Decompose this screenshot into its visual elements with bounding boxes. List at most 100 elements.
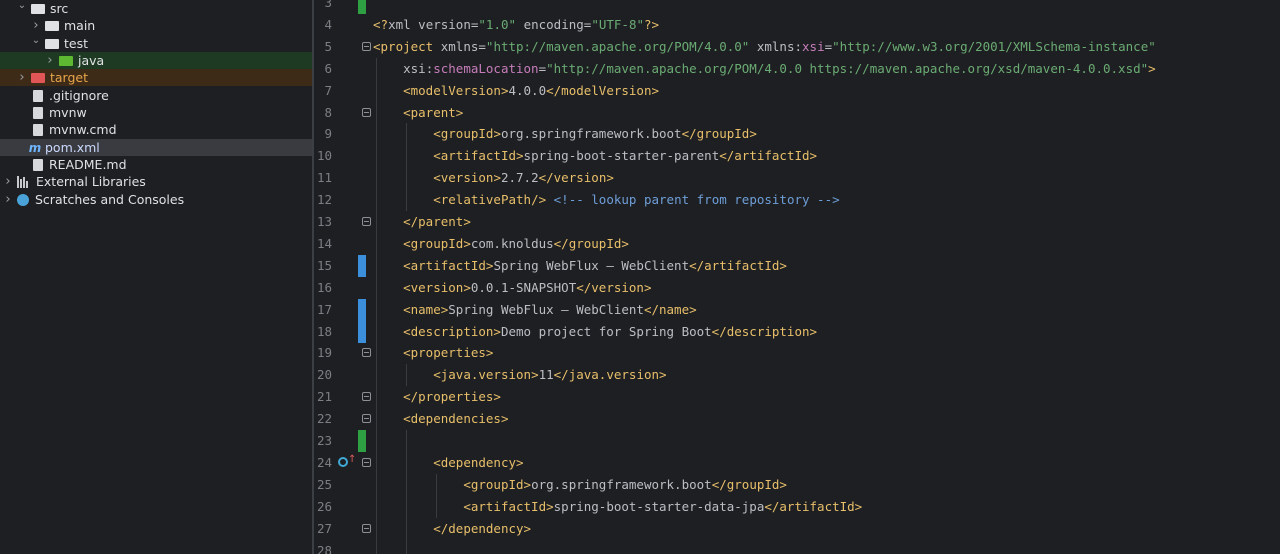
chevron-right-icon[interactable]: › bbox=[30, 18, 42, 33]
code-line[interactable]: 10 <artifactId>spring-boot-starter-paren… bbox=[314, 145, 1280, 167]
code-line[interactable]: 8 <parent> bbox=[314, 102, 1280, 124]
fold-toggle-icon[interactable] bbox=[362, 457, 371, 467]
line-number: 16 bbox=[316, 279, 332, 295]
change-marker[interactable] bbox=[358, 320, 366, 343]
file-icon bbox=[33, 158, 43, 171]
line-number: 27 bbox=[316, 520, 332, 536]
folder-icon bbox=[45, 20, 59, 31]
line-number: 12 bbox=[316, 192, 332, 208]
code-text: <name>Spring WebFlux – WebClient</name> bbox=[403, 301, 697, 317]
code-line[interactable]: 15 <artifactId>Spring WebFlux – WebClien… bbox=[314, 254, 1280, 277]
code-line[interactable]: 25 <groupId>org.springframework.boot</gr… bbox=[314, 474, 1280, 496]
line-number: 13 bbox=[316, 214, 332, 229]
change-marker[interactable] bbox=[358, 254, 366, 277]
code-text: <java.version>11</java.version> bbox=[433, 367, 667, 383]
indent-guide bbox=[406, 123, 408, 211]
tree-item-external-libraries[interactable]: › External Libraries bbox=[0, 173, 312, 190]
code-line[interactable]: 3 bbox=[314, 0, 1280, 14]
maven-dependency-icon[interactable] bbox=[338, 456, 348, 467]
code-line[interactable]: 4 <?xml version="1.0" encoding="UTF-8"?> bbox=[314, 14, 1280, 36]
code-line[interactable]: 5 <project xmlns="http://maven.apache.org… bbox=[314, 36, 1280, 58]
tree-item-mvnw[interactable]: mvnw bbox=[0, 104, 312, 121]
code-line[interactable]: 20 <java.version>11</java.version> bbox=[314, 364, 1280, 386]
chevron-right-icon[interactable]: › bbox=[2, 174, 14, 189]
code-line[interactable]: 6 xsi:schemaLocation="http://maven.apach… bbox=[314, 58, 1280, 80]
code-line[interactable]: 17 <name>Spring WebFlux – WebClient</nam… bbox=[314, 298, 1280, 321]
tree-item-java[interactable]: › java bbox=[0, 52, 312, 69]
line-number: 17 bbox=[316, 301, 332, 317]
code-line[interactable]: 9 <groupId>org.springframework.boot</gro… bbox=[314, 123, 1280, 145]
tree-item-label: pom.xml bbox=[45, 140, 100, 155]
chevron-down-icon[interactable]: ⌄ bbox=[16, 0, 28, 11]
tree-item-label: java bbox=[78, 53, 105, 68]
code-line[interactable]: 26 <artifactId>spring-boot-starter-data-… bbox=[314, 496, 1280, 518]
libraries-icon bbox=[17, 175, 31, 188]
tree-item-label: mvnw.cmd bbox=[49, 122, 117, 137]
fold-toggle-icon[interactable] bbox=[362, 41, 371, 51]
tree-item-readme-md[interactable]: README.md bbox=[0, 156, 312, 173]
line-number: 23 bbox=[316, 433, 332, 448]
project-tree[interactable]: ⌄ src › main ⌄ test › java › target .gitignore mvnw… bbox=[0, 0, 312, 554]
indent-guide bbox=[406, 430, 408, 554]
chevron-right-icon[interactable]: › bbox=[16, 70, 28, 85]
code-text: <project xmlns="http://maven.apache.org/… bbox=[373, 38, 1156, 54]
tree-item-main[interactable]: › main bbox=[0, 17, 312, 34]
code-text: <version>2.7.2</version> bbox=[433, 170, 614, 186]
tree-item-test[interactable]: ⌄ test bbox=[0, 35, 312, 52]
line-number: 11 bbox=[316, 170, 332, 186]
code-line[interactable]: 21 </properties> bbox=[314, 386, 1280, 408]
code-line[interactable]: 11 <version>2.7.2</version> bbox=[314, 167, 1280, 189]
line-number: 7 bbox=[324, 82, 332, 98]
code-text: <version>0.0.1-SNAPSHOT</version> bbox=[403, 279, 652, 295]
file-icon bbox=[33, 123, 43, 136]
code-line[interactable]: 23 bbox=[314, 430, 1280, 452]
code-line[interactable]: 27 </dependency> bbox=[314, 518, 1280, 540]
chevron-right-icon[interactable]: › bbox=[2, 192, 14, 207]
tree-item-label: target bbox=[50, 70, 89, 85]
code-line[interactable]: 12 <relativePath/> <!-- lookup parent fr… bbox=[314, 189, 1280, 211]
code-text: <?xml version="1.0" encoding="UTF-8"?> bbox=[373, 16, 660, 32]
change-marker[interactable] bbox=[358, 430, 366, 452]
code-line[interactable]: 13 </parent> bbox=[314, 211, 1280, 233]
tree-item-gitignore[interactable]: .gitignore bbox=[0, 87, 312, 104]
code-text: <modelVersion>4.0.0</modelVersion> bbox=[403, 82, 660, 98]
fold-toggle-icon[interactable] bbox=[362, 217, 371, 226]
line-number: 3 bbox=[324, 0, 332, 10]
code-text: <properties> bbox=[403, 345, 494, 361]
fold-toggle-icon[interactable] bbox=[362, 523, 371, 533]
indent-guide bbox=[436, 473, 438, 518]
fold-toggle-icon[interactable] bbox=[362, 414, 371, 424]
code-text: <description>Demo project for Spring Boo… bbox=[403, 323, 818, 339]
code-line[interactable]: 18 <description>Demo project for Spring … bbox=[314, 320, 1280, 343]
code-line[interactable]: 14 <groupId>com.knoldus</groupId> bbox=[314, 233, 1280, 255]
fold-toggle-icon[interactable] bbox=[362, 107, 371, 117]
fold-toggle-icon[interactable] bbox=[362, 348, 371, 358]
chevron-down-icon[interactable]: ⌄ bbox=[30, 35, 42, 46]
tree-item-mvnw-cmd[interactable]: mvnw.cmd bbox=[0, 121, 312, 138]
code-line[interactable]: 28 bbox=[314, 540, 1280, 554]
line-number: 25 bbox=[316, 476, 332, 492]
maven-file-icon: m bbox=[28, 140, 42, 155]
line-number: 19 bbox=[316, 345, 332, 361]
ide-window: ⌄ src › main ⌄ test › java › target .gitignore mvnw… bbox=[0, 0, 1280, 554]
code-text: </dependency> bbox=[433, 520, 532, 536]
code-line[interactable]: 24 ↑ <dependency> bbox=[314, 452, 1280, 474]
code-line[interactable]: 22 <dependencies> bbox=[314, 408, 1280, 430]
tree-item-target[interactable]: › target bbox=[0, 69, 312, 86]
tree-item-src[interactable]: ⌄ src bbox=[0, 0, 312, 17]
chevron-right-icon[interactable]: › bbox=[44, 53, 56, 68]
code-line[interactable]: 19 <properties> bbox=[314, 342, 1280, 364]
code-line[interactable]: 16 <version>0.0.1-SNAPSHOT</version> bbox=[314, 277, 1280, 299]
line-number: 4 bbox=[324, 16, 332, 32]
file-icon bbox=[33, 89, 43, 102]
change-marker[interactable] bbox=[358, 298, 366, 321]
code-text: <artifactId>spring-boot-starter-data-jpa… bbox=[463, 498, 863, 514]
code-line[interactable]: 7 <modelVersion>4.0.0</modelVersion> bbox=[314, 80, 1280, 102]
line-number: 21 bbox=[316, 389, 332, 405]
fold-toggle-icon[interactable] bbox=[362, 392, 371, 402]
code-editor[interactable]: 3 4 <?xml version="1.0" encoding="UTF-8"?>… bbox=[314, 0, 1280, 554]
tree-item-pom-xml[interactable]: m pom.xml bbox=[0, 139, 312, 156]
change-marker[interactable] bbox=[358, 0, 366, 14]
tree-item-scratches-and-consoles[interactable]: › Scratches and Consoles bbox=[0, 191, 312, 208]
line-number: 26 bbox=[316, 498, 332, 514]
